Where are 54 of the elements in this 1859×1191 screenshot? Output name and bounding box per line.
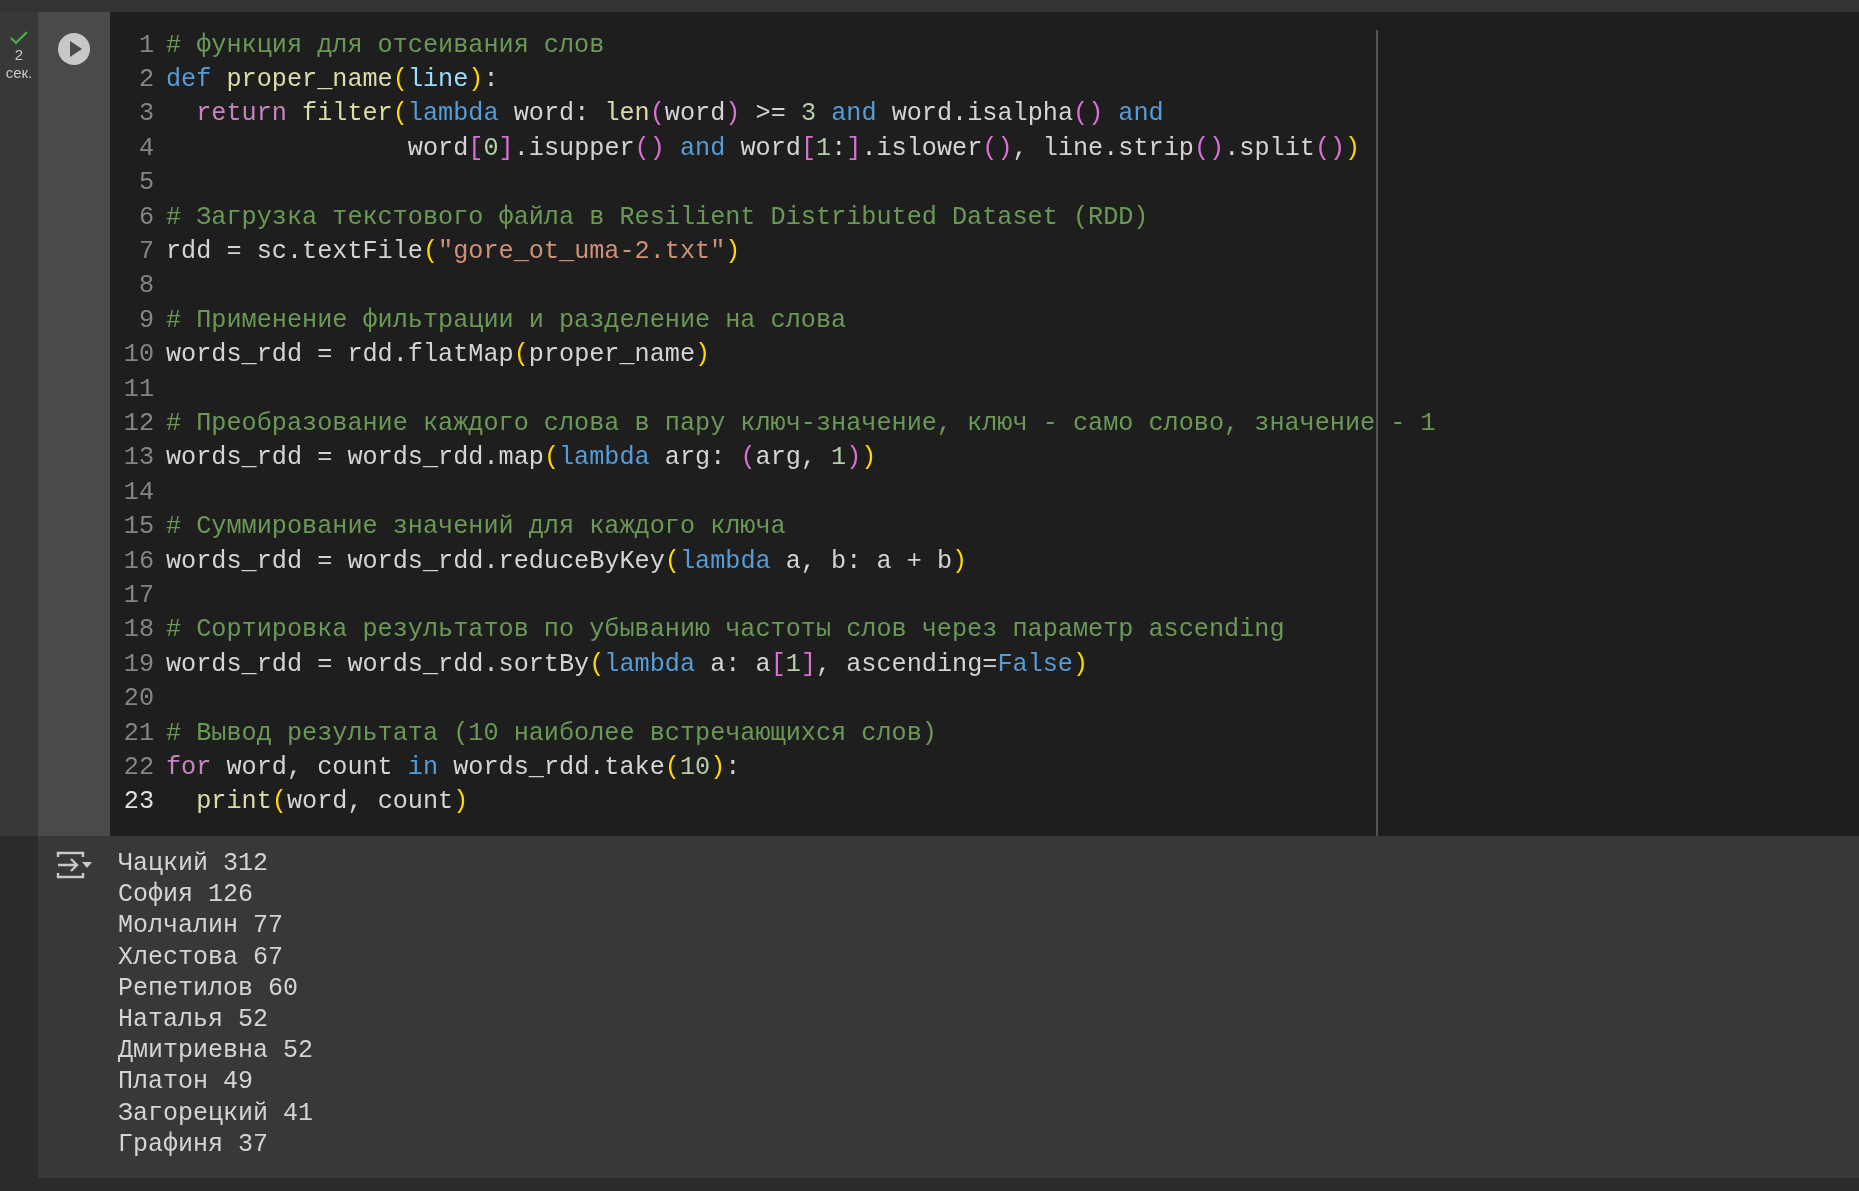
line-number: 21 (122, 718, 154, 748)
output-line: Платон 49 (118, 1066, 255, 1098)
line-number: 12 (122, 409, 154, 438)
line-number: 10 (122, 340, 154, 370)
code-line: words_rdd = words_rdd.map(lambda arg: (arg, 1)) (166, 443, 877, 473)
line-number: 8 (137, 271, 154, 301)
code-line: # Загрузка текстового файла в Resilient Distributed Dataset (RDD) (166, 202, 1149, 232)
code-line: # Суммирование значений для каждого ключа (166, 512, 786, 542)
output-line: Репетилов 60 (118, 972, 300, 1004)
output-line: Дмитриевна 52 (118, 1035, 314, 1067)
output-line: Наталья 52 (118, 1004, 270, 1036)
line-number: 9 (137, 305, 154, 335)
line-number: 22 (122, 752, 154, 782)
code-line: for word, count in words_rdd.take(10): (166, 752, 741, 782)
output-line: София 126 (118, 879, 255, 911)
output-line: Чацкий 312 (118, 848, 270, 880)
code-line: print(word, count) (195, 787, 469, 817)
code-line: # Применение фильтрации и разделение на слова (166, 305, 847, 335)
code-line: rdd = sc.textFile("gore_ot_uma-2.txt") (166, 237, 741, 267)
line-number: 16 (122, 546, 154, 576)
line-number: 20 (122, 684, 154, 714)
code-line: return filter(lambda word: len(word) >= 3 and word.isalpha() and (195, 99, 1164, 129)
code-line: # Сортировка результатов по убыванию частоты слов через параметр ascending (166, 615, 1285, 645)
run-button[interactable] (57, 32, 91, 66)
line-number: 6 (137, 202, 154, 232)
line-number: 3 (137, 99, 154, 129)
line-number: 2 (137, 65, 154, 95)
code-line: word[0].isupper() and word[1:].islower(), line.strip().split()) (406, 133, 1361, 163)
line-number: 4 (137, 133, 154, 163)
line-number: 7 (137, 237, 154, 267)
output-line: Графиня 37 (118, 1128, 270, 1161)
code-line: words_rdd = words_rdd.sortBy(lambda a: a[1], ascending=False) (166, 649, 1089, 679)
code-line: words_rdd = words_rdd.reduceByKey(lambda a, b: a + b) (166, 546, 968, 576)
code-line: def proper_name(line): (166, 65, 499, 95)
line-number: 23 (122, 787, 154, 817)
output-line: Загорецкий 41 (118, 1097, 314, 1129)
execution-time-unit: сек. (5, 64, 33, 82)
code-line: words_rdd = rdd.flatMap(proper_name) (166, 340, 711, 370)
code-line: # функция для отсеивания слов (166, 30, 605, 60)
line-number: 11 (122, 374, 154, 404)
line-number: 14 (122, 477, 154, 507)
line-number: 13 (122, 443, 154, 473)
code-line: # Преобразование каждого слова в пару ключ-значение, ключ - само слово, значение - 1 (166, 409, 1436, 438)
line-number: 1 (137, 30, 154, 60)
output-toggle-icon[interactable] (55, 850, 93, 880)
line-number: 19 (122, 649, 154, 679)
line-number: 15 (122, 512, 154, 542)
execution-time-value: 2 (14, 46, 24, 64)
line-number: 18 (122, 615, 154, 645)
line-number: 5 (137, 168, 154, 198)
output-line: Хлестова 67 (118, 941, 285, 973)
output-line: Молчалин 77 (118, 910, 285, 942)
code-line: # Вывод результата (10 наиболее встречающихся слов) (166, 718, 937, 748)
line-number: 17 (122, 580, 154, 610)
